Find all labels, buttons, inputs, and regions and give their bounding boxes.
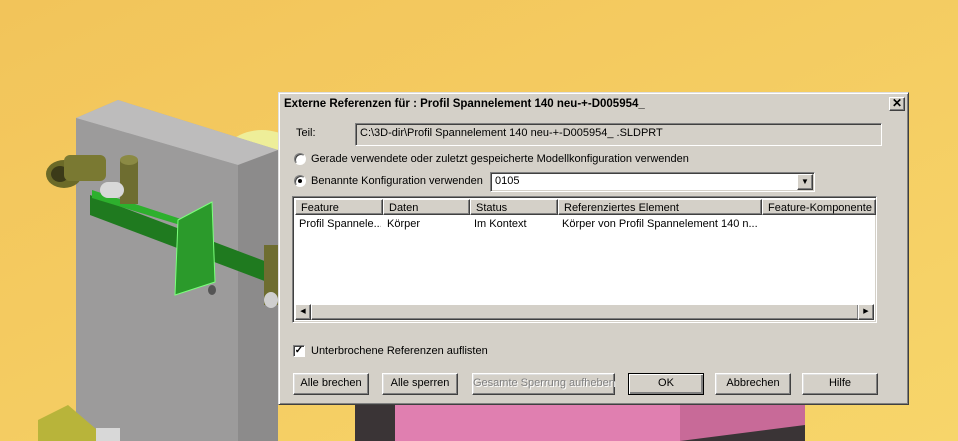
close-button[interactable]: ✕ xyxy=(889,97,905,111)
column-header-referenced-element[interactable]: Referenziertes Element xyxy=(558,199,762,215)
dialog-titlebar[interactable]: Externe Referenzen für : Profil Spannele… xyxy=(282,96,905,114)
cell-referenced-element: Körper von Profil Spannelement 140 n... xyxy=(562,218,758,230)
horizontal-scrollbar[interactable]: ◀ ▶ xyxy=(295,304,874,320)
radio-named-config-label: Benannte Konfiguration verwenden xyxy=(311,175,483,187)
cancel-button[interactable]: Abbrechen xyxy=(715,373,791,395)
part-path-field: C:\3D-dir\Profil Spannelement 140 neu-+-… xyxy=(355,123,882,146)
radio-named-config[interactable] xyxy=(294,175,306,187)
break-all-button[interactable]: Alle brechen xyxy=(293,373,369,395)
arrow-left-icon: ◀ xyxy=(300,308,306,315)
references-table: Feature Daten Status Referenziertes Elem… xyxy=(292,196,877,323)
dropdown-arrow-button[interactable]: ▼ xyxy=(797,174,813,190)
part-path-text: C:\3D-dir\Profil Spannelement 140 neu-+-… xyxy=(360,127,663,139)
cell-feature: Profil Spannele... xyxy=(299,218,381,230)
help-button[interactable]: Hilfe xyxy=(802,373,878,395)
arrow-right-icon: ▶ xyxy=(863,308,869,315)
radio-recent-config[interactable] xyxy=(294,153,306,165)
column-header-status[interactable]: Status xyxy=(470,199,558,215)
external-references-dialog: Externe Referenzen für : Profil Spannele… xyxy=(278,92,909,405)
list-broken-references-label: Unterbrochene Referenzen auflisten xyxy=(311,345,488,357)
radio-recent-config-label: Gerade verwendete oder zuletzt gespeiche… xyxy=(311,153,689,165)
config-dropdown-value: 0105 xyxy=(495,175,520,187)
column-header-feature[interactable]: Feature xyxy=(295,199,383,215)
scroll-thumb[interactable] xyxy=(311,304,859,320)
cell-daten: Körper xyxy=(387,218,421,230)
scroll-right-button[interactable]: ▶ xyxy=(858,304,874,320)
dialog-title: Externe Referenzen für : Profil Spannele… xyxy=(284,98,645,110)
column-header-feature-component[interactable]: Feature-Komponente xyxy=(762,199,876,215)
chevron-down-icon: ▼ xyxy=(801,177,809,186)
ok-button[interactable]: OK xyxy=(628,373,704,395)
checkmark-icon: ✓ xyxy=(294,345,304,356)
part-label: Teil: xyxy=(296,127,316,139)
column-header-daten[interactable]: Daten xyxy=(383,199,470,215)
list-broken-references-checkbox[interactable]: ✓ xyxy=(293,345,305,357)
table-header-row: Feature Daten Status Referenziertes Elem… xyxy=(295,199,876,216)
scroll-left-button[interactable]: ◀ xyxy=(295,304,311,320)
close-icon: ✕ xyxy=(891,96,903,110)
cell-status: Im Kontext xyxy=(474,218,527,230)
lock-all-button[interactable]: Alle sperren xyxy=(382,373,458,395)
unlock-all-button[interactable]: Gesamte Sperrung aufheben xyxy=(472,373,615,395)
config-dropdown[interactable]: 0105 ▼ xyxy=(490,172,815,192)
